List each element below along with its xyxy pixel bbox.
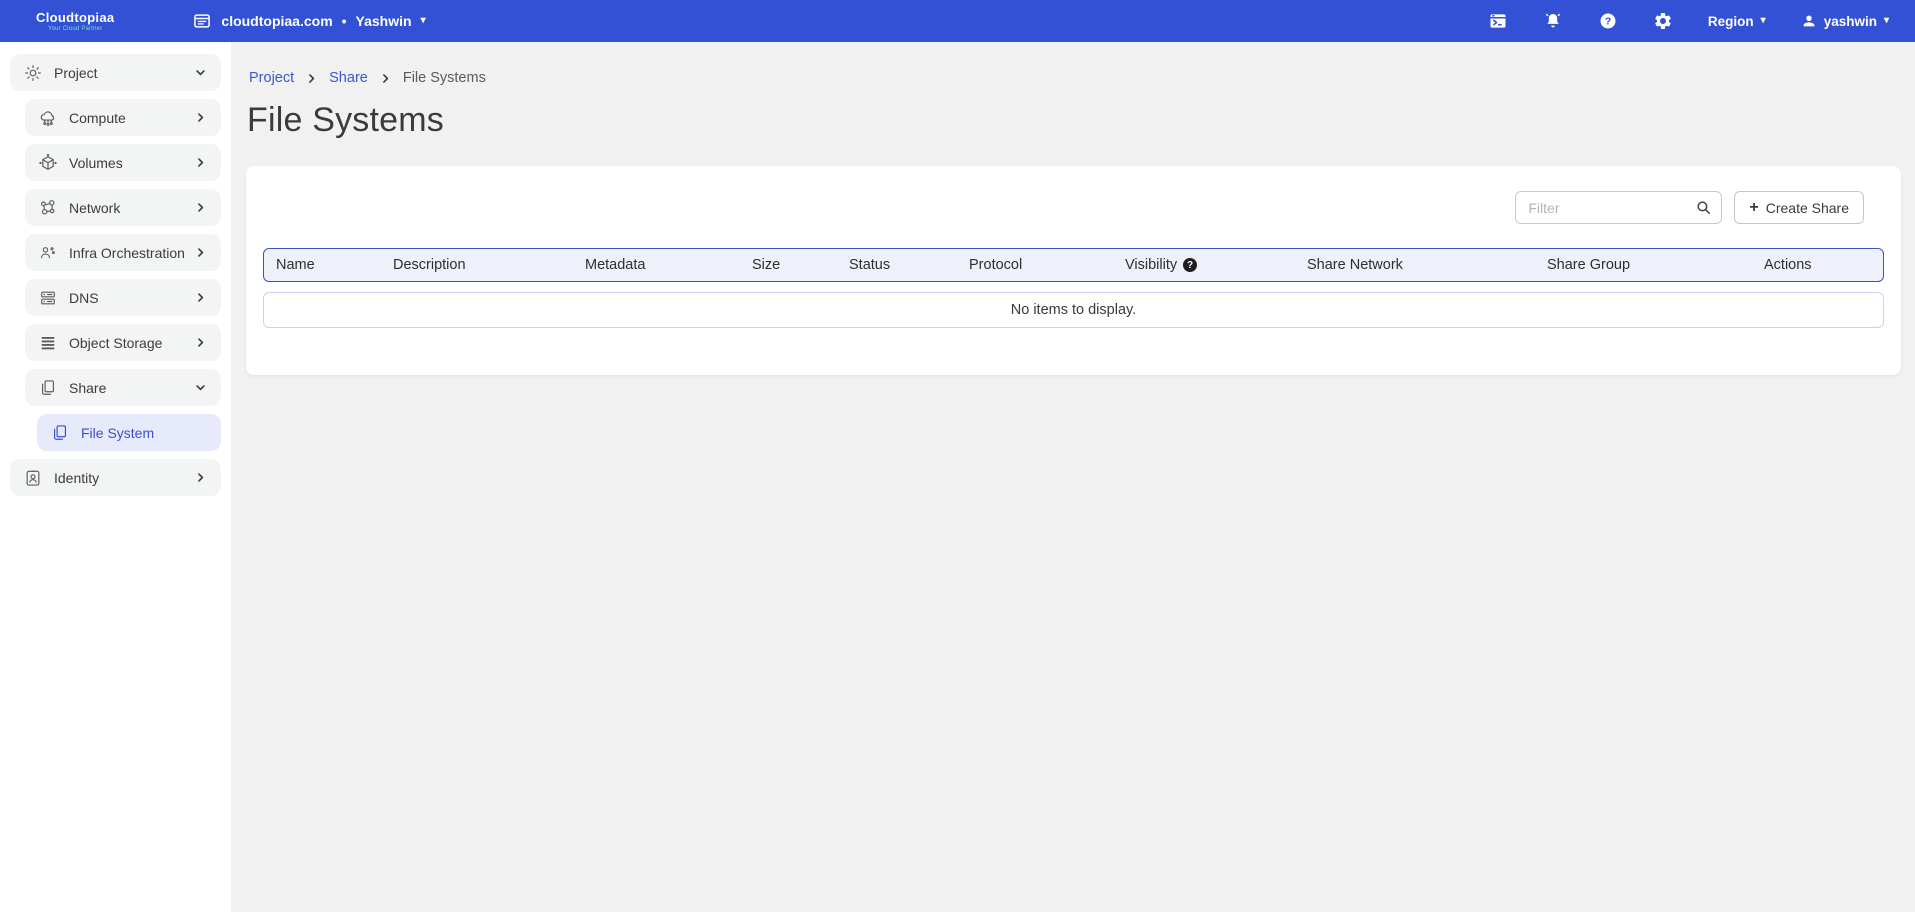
- create-share-label: Create Share: [1766, 200, 1849, 216]
- table-toolbar: + Create Share: [263, 191, 1864, 224]
- main-content: Project Share File Systems File Systems …: [231, 42, 1915, 912]
- chevron-right-icon: [193, 470, 208, 485]
- sidebar-item-share[interactable]: Share: [25, 369, 221, 406]
- copy-pages-icon: [50, 423, 70, 443]
- chevron-right-icon: [379, 72, 392, 85]
- chevron-right-icon: [193, 110, 208, 125]
- network-nodes-icon: [38, 198, 58, 218]
- domain-bullet: •: [342, 13, 347, 29]
- sidebar-item-label: Share: [69, 380, 193, 396]
- sidebar-item-label: Infra Orchestration: [69, 245, 193, 261]
- file-systems-card: + Create Share Name Description Metadata…: [246, 166, 1901, 375]
- username: yashwin: [1824, 14, 1877, 29]
- sidebar-item-infra-orchestration[interactable]: Infra Orchestration: [25, 234, 221, 271]
- console-icon[interactable]: [1488, 11, 1508, 31]
- sidebar-item-file-system[interactable]: File System: [37, 414, 221, 451]
- column-header-description: Description: [381, 257, 573, 273]
- gear-icon[interactable]: [1653, 11, 1673, 31]
- project-name: Yashwin: [356, 13, 412, 29]
- filter-wrap: [1515, 191, 1722, 224]
- column-header-name: Name: [264, 257, 381, 273]
- sidebar-item-network[interactable]: Network: [25, 189, 221, 226]
- column-header-size: Size: [740, 257, 837, 273]
- chevron-right-icon: [193, 200, 208, 215]
- brand-tagline: Your Cloud Partner: [48, 26, 102, 32]
- orchestration-person-icon: [38, 243, 58, 263]
- svg-text:?: ?: [1605, 17, 1611, 28]
- project-gear-icon: [23, 63, 43, 83]
- topbar: Cloudtopiaa Your Cloud Partner cloudtopi…: [0, 0, 1915, 42]
- empty-message: No items to display.: [1011, 302, 1136, 318]
- bell-icon[interactable]: [1543, 11, 1563, 31]
- column-header-status: Status: [837, 257, 957, 273]
- sidebar-item-label: File System: [81, 425, 208, 441]
- domain-project-selector[interactable]: cloudtopiaa.com • Yashwin ▾: [192, 11, 425, 31]
- brand-logo[interactable]: Cloudtopiaa Your Cloud Partner: [36, 11, 114, 32]
- sidebar-item-dns[interactable]: DNS: [25, 279, 221, 316]
- sidebar-item-project[interactable]: Project: [10, 54, 221, 91]
- id-badge-icon: [23, 468, 43, 488]
- copy-pages-icon: [38, 378, 58, 398]
- create-share-button[interactable]: + Create Share: [1734, 191, 1864, 224]
- user-menu[interactable]: yashwin ▾: [1801, 13, 1889, 29]
- column-header-visibility: Visibility ?: [1113, 257, 1295, 273]
- caret-down-icon: ▾: [421, 16, 426, 26]
- sidebar-item-identity[interactable]: Identity: [10, 459, 221, 496]
- list-bars-icon: [38, 333, 58, 353]
- sidebar-item-volumes[interactable]: Volumes: [25, 144, 221, 181]
- chevron-right-icon: [193, 245, 208, 260]
- chevron-right-icon: [193, 335, 208, 350]
- table-header-row: Name Description Metadata Size Status Pr…: [263, 248, 1884, 282]
- column-header-share-group: Share Group: [1535, 257, 1752, 273]
- sidebar-item-label: Object Storage: [69, 335, 193, 351]
- cloud-compute-icon: [38, 108, 58, 128]
- chevron-right-icon: [193, 155, 208, 170]
- sidebar-item-label: Project: [54, 65, 193, 81]
- column-header-share-network: Share Network: [1295, 257, 1535, 273]
- column-header-actions: Actions: [1752, 257, 1883, 273]
- region-label: Region: [1708, 14, 1754, 29]
- column-header-protocol: Protocol: [957, 257, 1113, 273]
- sidebar-item-object-storage[interactable]: Object Storage: [25, 324, 221, 361]
- filter-input[interactable]: [1515, 191, 1722, 224]
- sidebar-item-label: Volumes: [69, 155, 193, 171]
- server-stack-icon: [38, 288, 58, 308]
- breadcrumb-link-share[interactable]: Share: [329, 70, 368, 86]
- sidebar-item-label: Identity: [54, 470, 193, 486]
- column-header-metadata: Metadata: [573, 257, 740, 273]
- help-icon[interactable]: ?: [1598, 11, 1618, 31]
- chevron-right-icon: [193, 290, 208, 305]
- chevron-down-icon: [193, 380, 208, 395]
- visibility-help-icon[interactable]: ?: [1183, 258, 1197, 272]
- search-icon[interactable]: [1695, 199, 1712, 216]
- breadcrumb: Project Share File Systems: [249, 70, 1901, 86]
- chevron-down-icon: [193, 65, 208, 80]
- topbar-right: ? Region ▾ yashwin ▾: [1488, 11, 1889, 31]
- chevron-right-icon: [305, 72, 318, 85]
- user-icon: [1801, 13, 1817, 29]
- region-selector[interactable]: Region ▾: [1708, 14, 1766, 29]
- sidebar-item-compute[interactable]: Compute: [25, 99, 221, 136]
- sidebar-item-label: DNS: [69, 290, 193, 306]
- caret-down-icon: ▾: [1884, 16, 1889, 26]
- page-title: File Systems: [247, 101, 1901, 140]
- empty-table-row: No items to display.: [263, 292, 1884, 328]
- cube-icon: [38, 153, 58, 173]
- sidebar-item-label: Network: [69, 200, 193, 216]
- domain-name: cloudtopiaa.com: [221, 13, 332, 29]
- caret-down-icon: ▾: [1761, 16, 1766, 26]
- breadcrumb-link-project[interactable]: Project: [249, 70, 294, 86]
- sidebar-item-label: Compute: [69, 110, 193, 126]
- plus-icon: +: [1749, 200, 1758, 216]
- domain-icon: [192, 11, 212, 31]
- sidebar: Project Compute Volumes: [0, 42, 231, 912]
- breadcrumb-current: File Systems: [403, 70, 486, 86]
- brand-name: Cloudtopiaa: [36, 11, 114, 24]
